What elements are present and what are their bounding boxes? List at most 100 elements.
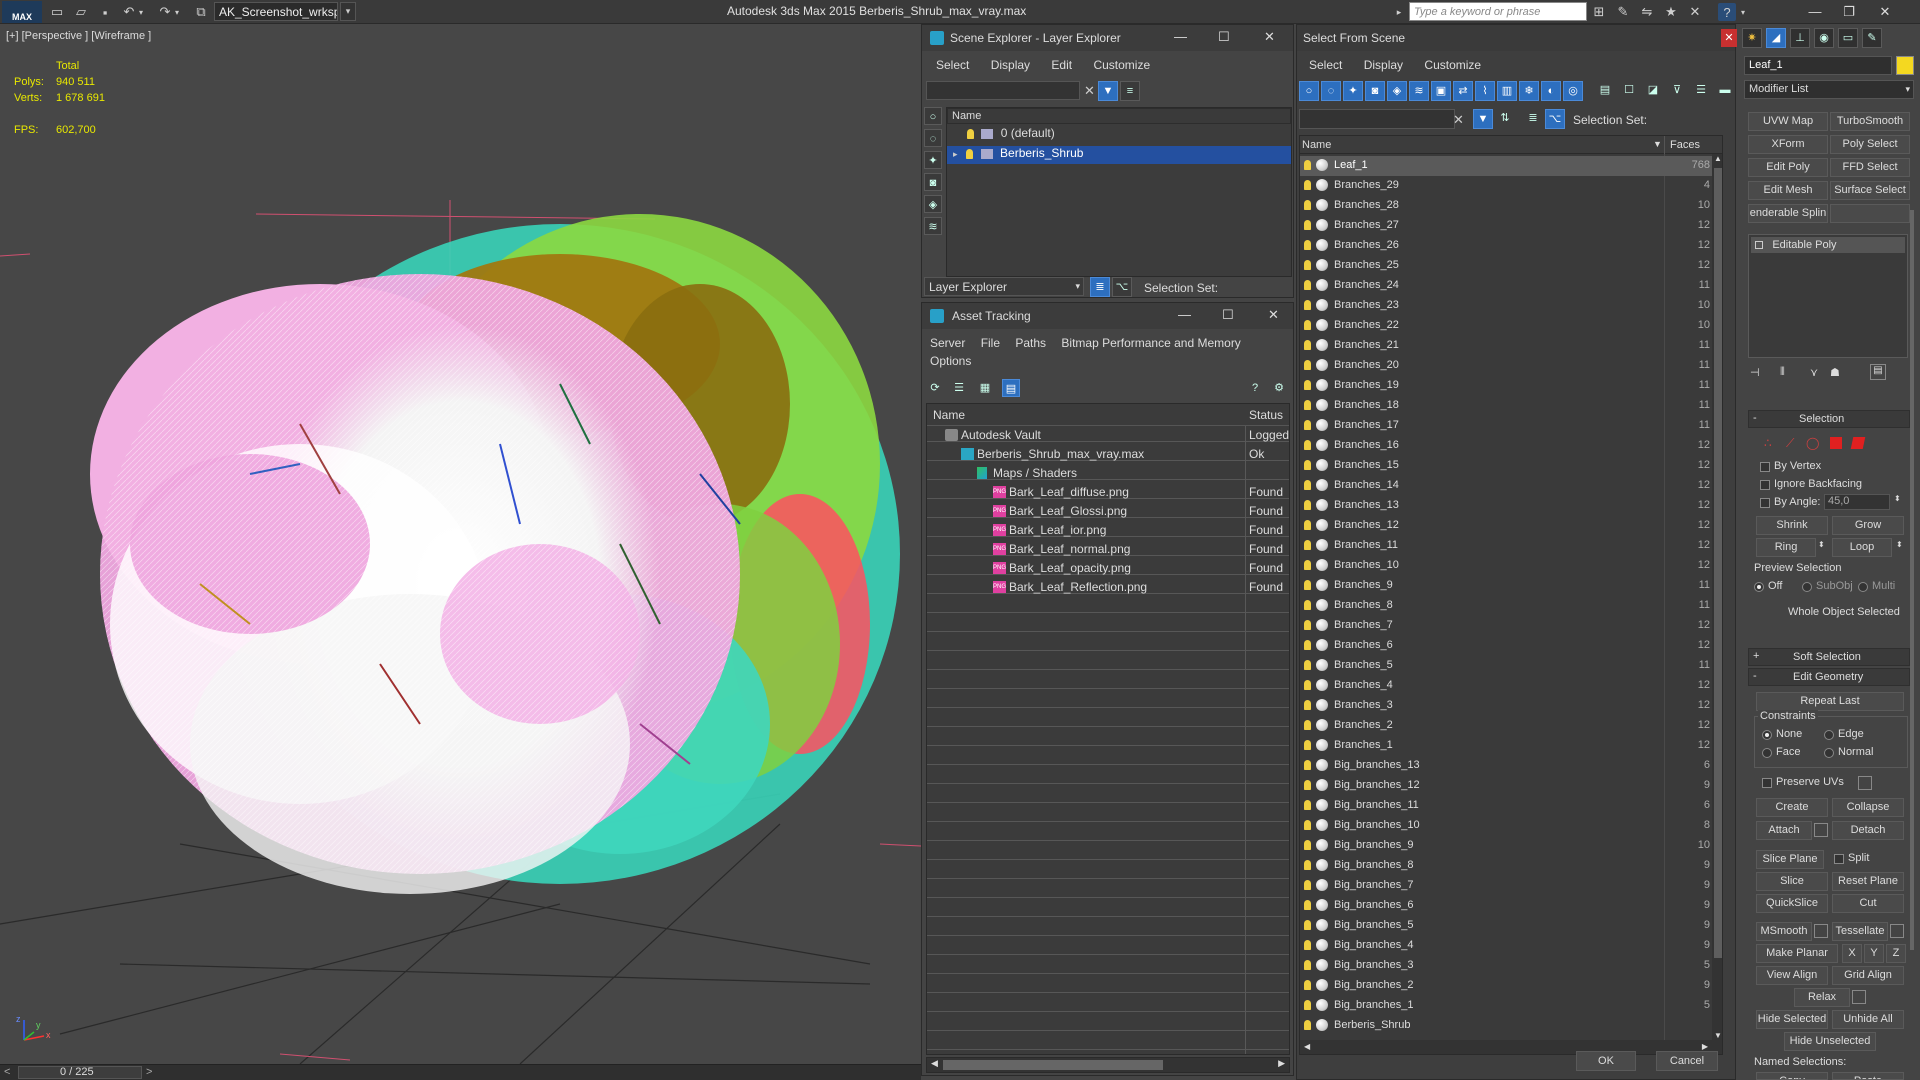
- object-row[interactable]: Big_branches_9 10: [1300, 836, 1712, 856]
- modifier-button[interactable]: [1830, 204, 1910, 223]
- stack-item-editable-poly[interactable]: Editable Poly: [1751, 237, 1905, 253]
- light-bulb-icon[interactable]: [1304, 460, 1311, 470]
- asset-row[interactable]: Autodesk Vault Logged: [927, 426, 1289, 444]
- light-bulb-icon[interactable]: [967, 128, 974, 139]
- tessellate-settings-icon[interactable]: [1890, 924, 1904, 938]
- command-panel-scrollbar[interactable]: [1910, 210, 1914, 950]
- object-row[interactable]: Branches_24 11: [1300, 276, 1712, 296]
- object-row[interactable]: Branches_5 11: [1300, 656, 1712, 676]
- quickslice-button[interactable]: QuickSlice: [1756, 894, 1828, 913]
- planar-z-button[interactable]: Z: [1886, 944, 1906, 963]
- object-row[interactable]: Big_branches_5 9: [1300, 916, 1712, 936]
- help-dropdown-icon[interactable]: ▾: [1738, 3, 1748, 21]
- slice-plane-button[interactable]: Slice Plane: [1756, 850, 1824, 869]
- object-row[interactable]: Big_branches_3 5: [1300, 956, 1712, 976]
- light-bulb-icon[interactable]: [1304, 980, 1311, 990]
- object-row[interactable]: Branches_12 12: [1300, 516, 1712, 536]
- menu-customize[interactable]: Customize: [1424, 55, 1481, 72]
- asset-row[interactable]: PNG Bark_Leaf_diffuse.png Found: [927, 483, 1289, 501]
- time-prev-icon[interactable]: <: [4, 1066, 10, 1078]
- ring-spinner-icon[interactable]: ⬍: [1818, 540, 1825, 549]
- light-bulb-icon[interactable]: [1304, 180, 1311, 190]
- object-row[interactable]: Big_branches_7 9: [1300, 876, 1712, 896]
- display-helpers-icon[interactable]: ◈: [924, 195, 942, 213]
- object-row[interactable]: Branches_22 10: [1300, 316, 1712, 336]
- explorer-type-dropdown[interactable]: Layer Explorer ▾: [924, 277, 1084, 296]
- light-bulb-icon[interactable]: [1304, 660, 1311, 670]
- asset-row[interactable]: PNG Bark_Leaf_opacity.png Found: [927, 559, 1289, 577]
- vertex-icon[interactable]: ∴: [1764, 436, 1772, 450]
- object-row[interactable]: Branches_11 12: [1300, 536, 1712, 556]
- display-bones-icon[interactable]: ⌇: [1475, 81, 1495, 101]
- object-row[interactable]: Big_branches_4 9: [1300, 936, 1712, 956]
- asset-row[interactable]: PNG Bark_Leaf_Reflection.png Found: [927, 578, 1289, 596]
- object-name-input[interactable]: Leaf_1: [1744, 56, 1892, 75]
- search-expand-icon[interactable]: ▸: [1396, 3, 1402, 21]
- filter-icon[interactable]: ▼: [1098, 81, 1118, 101]
- light-bulb-icon[interactable]: [1304, 560, 1311, 570]
- object-row[interactable]: Branches_6 12: [1300, 636, 1712, 656]
- light-bulb-icon[interactable]: [1304, 220, 1311, 230]
- expand-arrow-icon[interactable]: ▸: [953, 149, 963, 160]
- soft-selection-rollout-header[interactable]: + Soft Selection: [1748, 648, 1910, 666]
- layer-row[interactable]: 0 (default): [947, 126, 1291, 144]
- menu-bitmap-performance[interactable]: Bitmap Performance and Memory: [1061, 333, 1240, 350]
- light-bulb-icon[interactable]: [1304, 380, 1311, 390]
- display-tab-icon[interactable]: ▭: [1838, 28, 1858, 48]
- preserve-uvs-settings-icon[interactable]: [1858, 776, 1872, 790]
- reset-plane-button[interactable]: Reset Plane: [1832, 872, 1904, 891]
- modifier-button[interactable]: Edit Poly: [1748, 158, 1828, 177]
- display-spacewarps-icon[interactable]: ≋: [924, 217, 942, 235]
- ok-button[interactable]: OK: [1576, 1051, 1636, 1071]
- constraint-normal-radio[interactable]: [1824, 748, 1834, 758]
- viewport-label[interactable]: [+] [Perspective ] [Wireframe ]: [6, 30, 151, 42]
- configure-sets-icon[interactable]: ▤: [1870, 364, 1886, 380]
- msmooth-button[interactable]: MSmooth: [1756, 922, 1812, 941]
- grow-button[interactable]: Grow: [1832, 516, 1904, 535]
- light-bulb-icon[interactable]: [1304, 900, 1311, 910]
- object-row[interactable]: Branches_26 12: [1300, 236, 1712, 256]
- light-bulb-icon[interactable]: [1304, 420, 1311, 430]
- by-angle-checkbox[interactable]: [1760, 498, 1770, 508]
- select-invert-icon[interactable]: ◪: [1643, 81, 1663, 101]
- light-bulb-icon[interactable]: [1304, 860, 1311, 870]
- col-name[interactable]: Name: [1302, 139, 1331, 151]
- display-hidden-icon[interactable]: ◐: [1541, 81, 1561, 101]
- constraint-face-radio[interactable]: [1762, 748, 1772, 758]
- object-row[interactable]: Big_branches_8 9: [1300, 856, 1712, 876]
- light-bulb-icon[interactable]: [1304, 880, 1311, 890]
- light-bulb-icon[interactable]: [1304, 400, 1311, 410]
- polygon-icon[interactable]: [1830, 437, 1842, 449]
- exchange-icon[interactable]: ✕: [1686, 3, 1704, 21]
- layer-row-selected[interactable]: ▸ Berberis_Shrub: [947, 146, 1291, 164]
- light-bulb-icon[interactable]: [1304, 960, 1311, 970]
- light-bulb-icon[interactable]: [1304, 620, 1311, 630]
- light-bulb-icon[interactable]: [1304, 760, 1311, 770]
- object-row[interactable]: Branches_27 12: [1300, 216, 1712, 236]
- border-icon[interactable]: ◯: [1806, 436, 1819, 450]
- attach-button[interactable]: Attach: [1756, 821, 1812, 840]
- scene-explorer-search-input[interactable]: [926, 81, 1080, 100]
- modifier-button[interactable]: enderable Splin: [1748, 204, 1828, 223]
- object-row[interactable]: Big_branches_13 6: [1300, 756, 1712, 776]
- modifier-button[interactable]: XForm: [1748, 135, 1828, 154]
- menu-select[interactable]: Select: [1309, 55, 1342, 72]
- binoculars-icon[interactable]: ⊞: [1590, 3, 1608, 21]
- light-bulb-icon[interactable]: [1304, 680, 1311, 690]
- workspace-dropdown-icon[interactable]: ▾: [340, 2, 356, 21]
- view-align-button[interactable]: View Align: [1756, 966, 1828, 985]
- object-row[interactable]: Branches_13 12: [1300, 496, 1712, 516]
- display-cameras-icon[interactable]: ◙: [924, 173, 942, 191]
- preview-off-radio[interactable]: [1754, 582, 1764, 592]
- display-frozen-icon[interactable]: ❄: [1519, 81, 1539, 101]
- object-row[interactable]: Big_branches_1 5: [1300, 996, 1712, 1016]
- object-list-vscrollbar[interactable]: ▲ ▼: [1712, 154, 1722, 1040]
- undo-dropdown-icon[interactable]: ▾: [136, 3, 146, 21]
- select-from-scene-titlebar[interactable]: Select From Scene ✕: [1297, 25, 1737, 51]
- layer-settings-icon[interactable]: ≡: [1120, 81, 1140, 101]
- preserve-uvs-checkbox[interactable]: [1762, 778, 1772, 788]
- light-bulb-icon[interactable]: [1304, 720, 1311, 730]
- scroll-thumb[interactable]: [943, 1060, 1163, 1070]
- display-shapes-icon[interactable]: ◌: [924, 129, 942, 147]
- redo-dropdown-icon[interactable]: ▾: [172, 3, 182, 21]
